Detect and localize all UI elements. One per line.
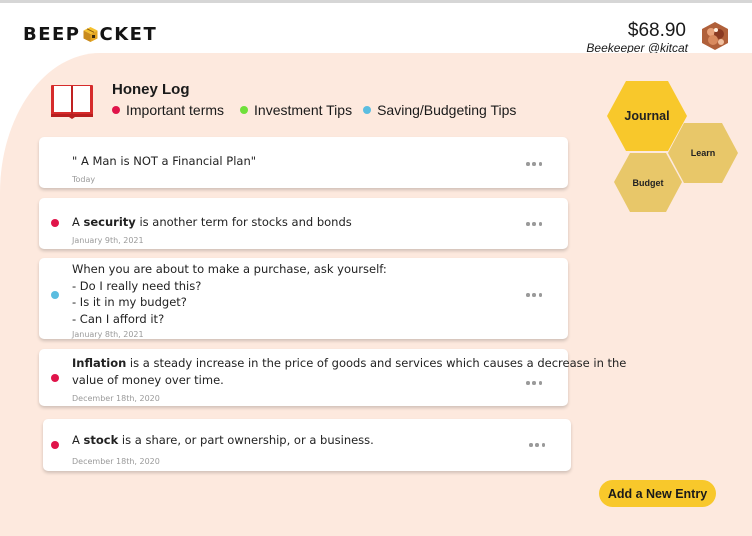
brand-text-left: BEEP bbox=[23, 24, 81, 45]
entry-date: December 18th, 2020 bbox=[72, 394, 160, 403]
nav-budget[interactable]: Budget bbox=[613, 152, 683, 213]
entry-date: January 8th, 2021 bbox=[72, 330, 144, 339]
category-legend: Important terms Investment Tips Saving/B… bbox=[112, 102, 516, 118]
book-icon bbox=[49, 83, 95, 119]
log-entry[interactable]: " A Man is NOT a Financial Plan" Today bbox=[39, 137, 568, 188]
entry-date: Today bbox=[72, 175, 96, 184]
add-entry-button[interactable]: Add a New Entry bbox=[599, 480, 716, 507]
log-entry[interactable]: A security is another term for stocks an… bbox=[39, 198, 568, 249]
page-title: Honey Log bbox=[112, 81, 190, 98]
entry-text-line: - Can I afford it? bbox=[72, 312, 165, 326]
entry-term: Inflation bbox=[72, 356, 127, 370]
more-options-icon[interactable] bbox=[526, 292, 542, 298]
important-dot-icon bbox=[51, 441, 59, 449]
entry-text: A security is another term for stocks an… bbox=[72, 215, 352, 229]
legend-label: Saving/Budgeting Tips bbox=[377, 102, 517, 118]
entry-term: security bbox=[83, 215, 136, 229]
log-entry[interactable]: A stock is a share, or part ownership, o… bbox=[43, 419, 571, 471]
nav-learn-label: Learn bbox=[690, 148, 716, 158]
dot-icon bbox=[112, 106, 120, 114]
saving-dot-icon bbox=[51, 291, 59, 299]
account-balance: $68.90 bbox=[627, 20, 686, 41]
brand-logo[interactable]: BEEP CKET bbox=[23, 24, 157, 45]
entry-text: A stock is a share, or part ownership, o… bbox=[72, 433, 374, 447]
important-dot-icon bbox=[51, 374, 59, 382]
top-divider bbox=[0, 0, 752, 3]
nav-journal-label: Journal bbox=[624, 109, 670, 123]
entry-text-line: - Is it in my budget? bbox=[72, 295, 187, 309]
legend-label: Important terms bbox=[126, 102, 225, 118]
entry-text-line: value of money over time. bbox=[72, 373, 224, 387]
legend-investment: Investment Tips bbox=[240, 102, 352, 118]
more-options-icon[interactable] bbox=[526, 380, 542, 386]
legend-important: Important terms bbox=[112, 102, 224, 118]
entry-term: stock bbox=[83, 433, 119, 447]
dot-icon bbox=[240, 106, 249, 114]
avatar[interactable] bbox=[701, 21, 729, 51]
nav-budget-label: Budget bbox=[632, 177, 664, 188]
entry-date: January 9th, 2021 bbox=[72, 236, 144, 245]
entry-text: Inflation is a steady increase in the pr… bbox=[72, 356, 627, 370]
more-options-icon[interactable] bbox=[526, 221, 542, 227]
entry-text-line: - Do I really need this? bbox=[72, 279, 202, 293]
pocket-box-icon bbox=[82, 26, 99, 43]
dot-icon bbox=[363, 106, 372, 114]
log-entry[interactable]: When you are about to make a purchase, a… bbox=[39, 258, 568, 339]
legend-saving: Saving/Budgeting Tips bbox=[363, 102, 516, 118]
more-options-icon[interactable] bbox=[526, 161, 542, 167]
entry-text-line: When you are about to make a purchase, a… bbox=[72, 262, 387, 276]
brand-text-right: CKET bbox=[99, 24, 158, 45]
more-options-icon[interactable] bbox=[529, 442, 545, 448]
important-dot-icon bbox=[51, 219, 59, 227]
log-entry[interactable]: Inflation is a steady increase in the pr… bbox=[39, 349, 626, 406]
entry-date: December 18th, 2020 bbox=[72, 457, 160, 466]
legend-label: Investment Tips bbox=[254, 102, 353, 118]
entry-text: " A Man is NOT a Financial Plan" bbox=[72, 154, 257, 168]
